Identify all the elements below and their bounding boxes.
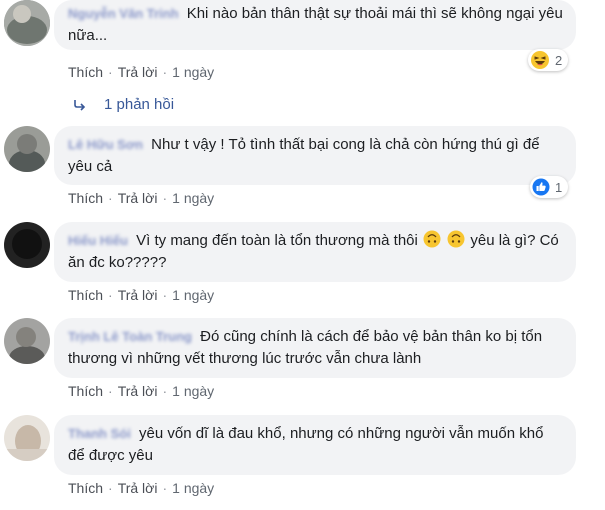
reply-link[interactable]: Trả lời bbox=[118, 383, 158, 399]
reply-link[interactable]: Trả lời bbox=[118, 287, 158, 303]
upside-down-face-icon bbox=[447, 230, 465, 248]
reaction-count: 1 bbox=[555, 179, 563, 195]
avatar[interactable] bbox=[4, 222, 50, 268]
reply-link[interactable]: Trả lời bbox=[118, 190, 158, 206]
avatar[interactable] bbox=[4, 0, 50, 46]
like-link[interactable]: Thích bbox=[68, 480, 103, 496]
upside-down-face-icon bbox=[423, 230, 441, 248]
comment-timestamp[interactable]: 1 ngày bbox=[172, 287, 214, 303]
comment-author[interactable]: Lê Hữu Sơn bbox=[68, 137, 143, 152]
like-link[interactable]: Thích bbox=[68, 383, 103, 399]
comment-bubble: Trịnh Lê Toàn Trung Đó cũng chính là các… bbox=[54, 318, 576, 378]
comment-timestamp[interactable]: 1 ngày bbox=[172, 190, 214, 206]
like-link[interactable]: Thích bbox=[68, 190, 103, 206]
reply-link[interactable]: Trả lời bbox=[118, 480, 158, 496]
comment-author[interactable]: Hiếu Hiếu bbox=[68, 233, 128, 248]
comment-author[interactable]: Trịnh Lê Toàn Trung bbox=[68, 329, 192, 344]
like-link[interactable]: Thích bbox=[68, 64, 103, 80]
comment-author[interactable]: Thanh Sói bbox=[68, 426, 131, 441]
avatar[interactable] bbox=[4, 126, 50, 172]
comment-timestamp[interactable]: 1 ngày bbox=[172, 383, 214, 399]
like-thumb-icon bbox=[532, 178, 550, 196]
comment-text-before: Vì ty mang đến toàn là tổn thương mà thô… bbox=[136, 232, 418, 249]
comment-actions: Thích · Trả lời · 1 ngày bbox=[68, 480, 215, 496]
comment-bubble: Hiếu Hiếu Vì ty mang đến toàn là tổn thư… bbox=[54, 222, 576, 282]
view-replies-link[interactable]: 1 phản hồi bbox=[72, 96, 174, 113]
comment-bubble: Thanh Sói yêu vốn dĩ là đau khổ, nhưng c… bbox=[54, 415, 576, 475]
replies-count[interactable]: 1 phản hồi bbox=[104, 96, 174, 113]
reply-link[interactable]: Trả lời bbox=[118, 64, 158, 80]
comment-actions: Thích · Trả lời · 1 ngày bbox=[68, 64, 215, 80]
comment-timestamp[interactable]: 1 ngày bbox=[172, 480, 214, 496]
reaction-badge[interactable]: 1 bbox=[530, 176, 569, 198]
avatar[interactable] bbox=[4, 318, 50, 364]
comment-text: yêu vốn dĩ là đau khổ, nhưng có những ng… bbox=[68, 425, 544, 464]
avatar[interactable] bbox=[4, 415, 50, 461]
comment-actions: Thích · Trả lời · 1 ngày bbox=[68, 383, 215, 399]
reply-arrow-icon bbox=[74, 99, 86, 111]
comment-actions: Thích · Trả lời · 1 ngày bbox=[68, 190, 215, 206]
laughing-emoji-icon bbox=[531, 51, 549, 69]
comment-bubble: Lê Hữu Sơn Như t vậy ! Tỏ tình thất bại … bbox=[54, 126, 576, 185]
comment-bubble: Nguyễn Văn Trinh Khi nào bản thân thật s… bbox=[54, 0, 576, 50]
comment-timestamp[interactable]: 1 ngày bbox=[172, 64, 214, 80]
reaction-badge[interactable]: 2 bbox=[528, 49, 569, 71]
like-link[interactable]: Thích bbox=[68, 287, 103, 303]
comment-actions: Thích · Trả lời · 1 ngày bbox=[68, 287, 215, 303]
comment-author[interactable]: Nguyễn Văn Trinh bbox=[68, 6, 179, 21]
reaction-count: 2 bbox=[555, 52, 563, 68]
